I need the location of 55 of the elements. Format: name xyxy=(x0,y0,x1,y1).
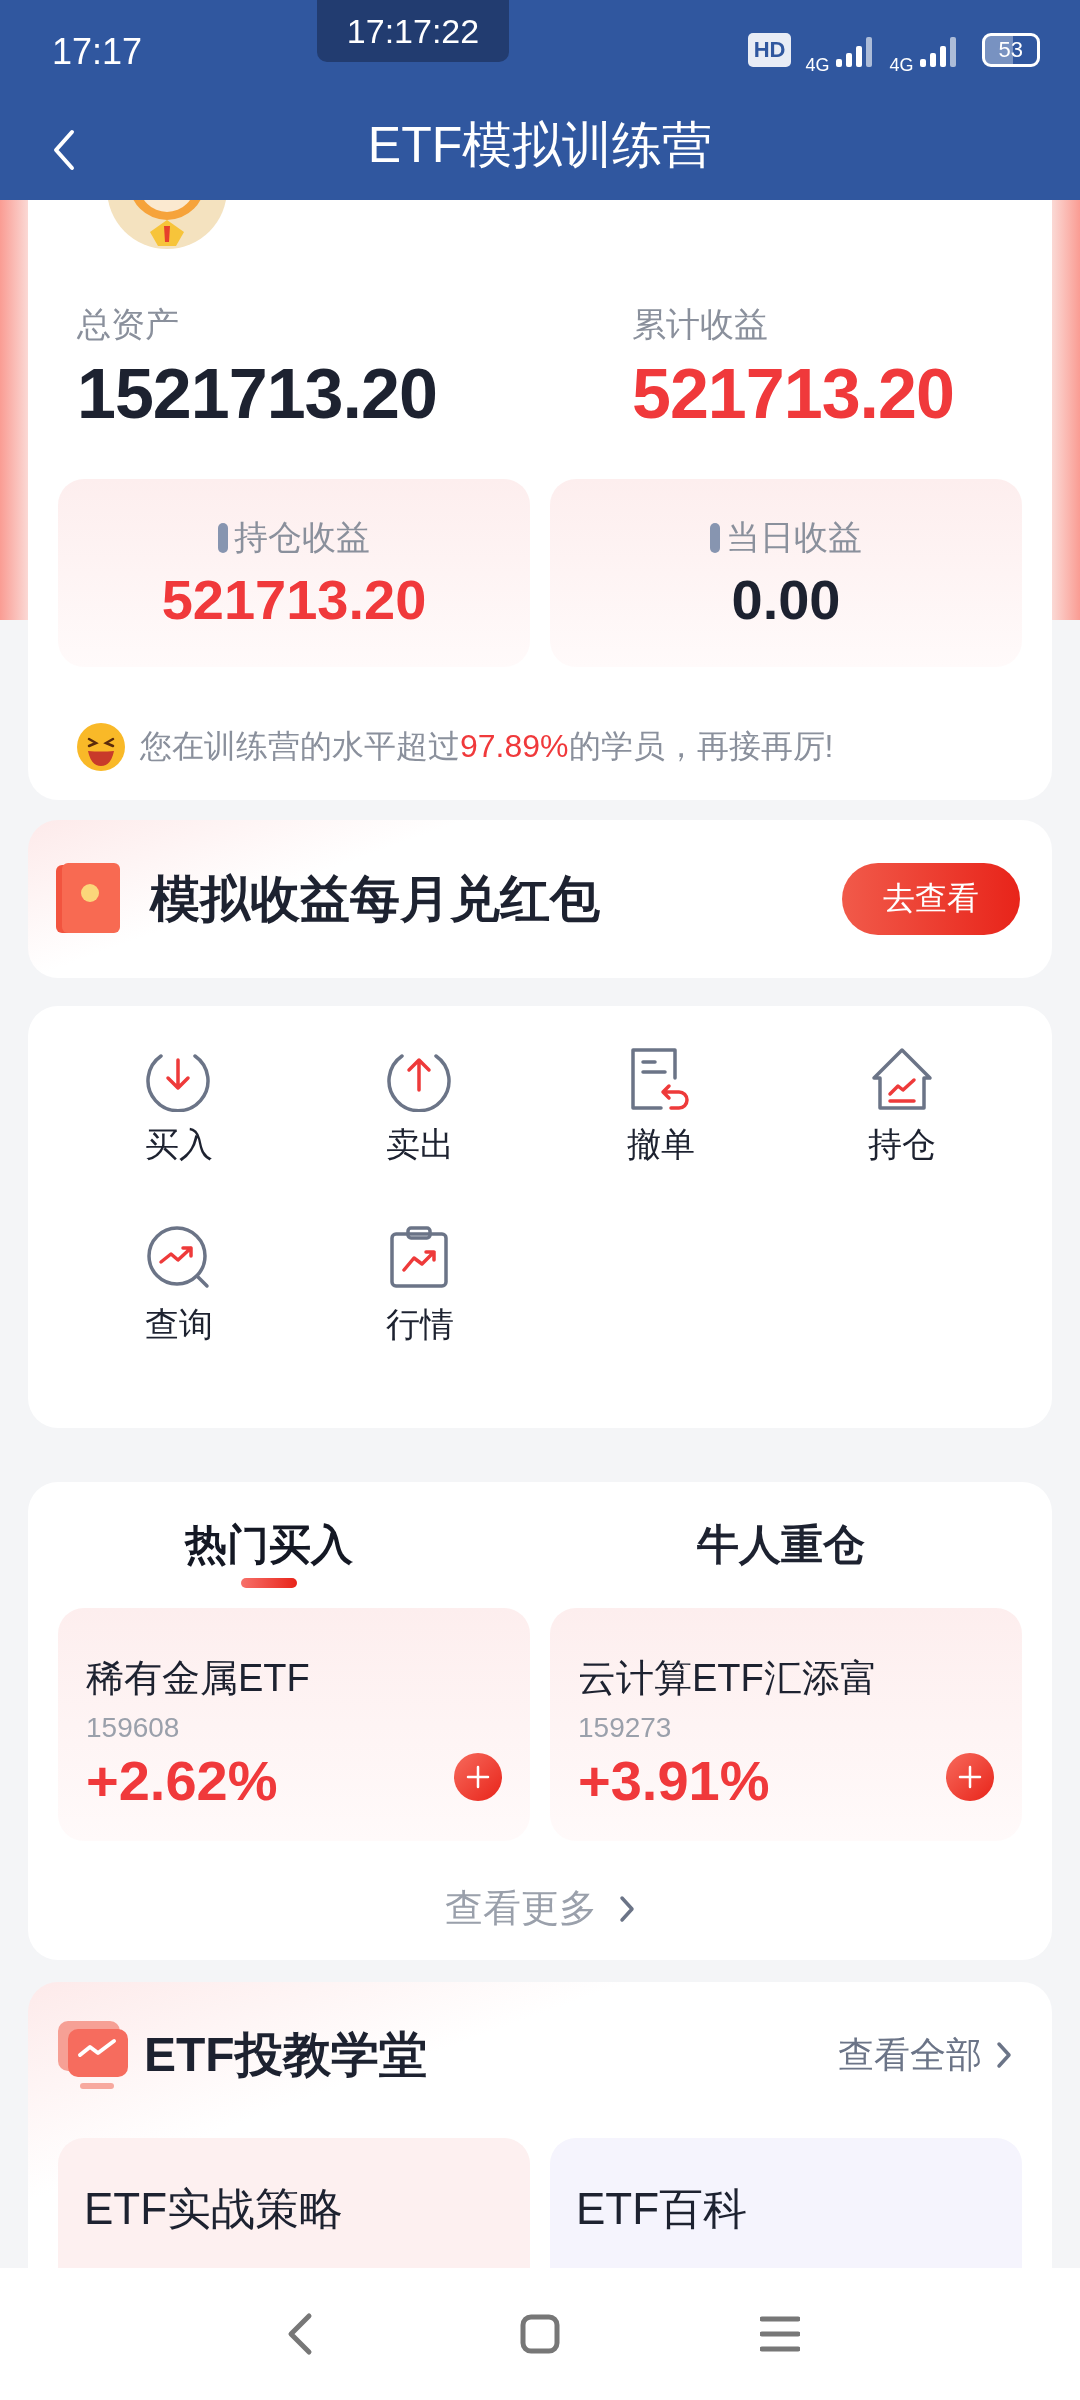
network-badge: HD xyxy=(747,33,792,67)
fund-code: 159608 xyxy=(86,1712,181,1744)
plus-icon xyxy=(958,1765,982,1789)
fund-card[interactable]: 云计算ETF汇添富 159273 +3.91% xyxy=(550,1608,1022,1841)
panel-label: 持仓收益 xyxy=(234,516,370,558)
bar-marker-icon xyxy=(710,522,720,553)
fund-name: 云计算ETF汇添富 xyxy=(578,1656,879,1701)
course-title: ETF实战策略 xyxy=(84,2183,345,2235)
square-icon xyxy=(520,2314,560,2354)
network-label: 4G xyxy=(889,54,914,76)
course-card[interactable]: ETF实战策略 xyxy=(58,2138,530,2268)
rank-note: 您在训练营的水平超过97.89%的学员，再接再厉! xyxy=(140,727,834,766)
action-button[interactable]: 撤单 xyxy=(626,1044,695,1168)
add-button[interactable] xyxy=(454,1753,502,1801)
plus-icon xyxy=(466,1765,490,1789)
panel-value: 521713.20 xyxy=(161,566,427,632)
chevron-right-icon xyxy=(619,1894,635,1923)
metric-value: 521713.20 xyxy=(632,354,955,434)
monitor-chart-icon xyxy=(58,2019,130,2091)
action-button[interactable]: 行情 xyxy=(385,1224,454,1348)
panel-value: 0.00 xyxy=(731,566,841,632)
page-title: ETF模拟训练营 xyxy=(367,115,713,175)
action-button[interactable]: 买入 xyxy=(144,1044,213,1168)
back-icon xyxy=(52,128,76,172)
chevron-right-icon xyxy=(996,2041,1012,2069)
bar-marker-icon xyxy=(218,522,228,553)
menu-icon xyxy=(760,2316,800,2352)
tab[interactable]: 热门买入 xyxy=(185,1502,353,1588)
action-button[interactable]: 卖出 xyxy=(385,1044,454,1168)
add-button[interactable] xyxy=(946,1753,994,1801)
course-title: ETF百科 xyxy=(576,2183,749,2235)
laughing-face-icon xyxy=(76,722,126,772)
fund-card[interactable]: 稀有金属ETF 159608 +2.62% xyxy=(58,1608,530,1841)
view-all-link[interactable]: 查看全部 xyxy=(838,2030,1012,2080)
promo-title: 模拟收益每月兑红包 xyxy=(150,869,600,929)
battery-indicator: 53 xyxy=(981,33,1040,67)
course-card[interactable]: ETF百科 xyxy=(550,2138,1022,2268)
fund-code: 159273 xyxy=(578,1712,673,1744)
action-button[interactable]: 持仓 xyxy=(867,1044,936,1168)
clock-overlay: 17:17:22 xyxy=(317,0,509,62)
network-label: 4G xyxy=(805,54,830,76)
envelope-icon xyxy=(56,863,120,935)
fund-change: +2.62% xyxy=(86,1748,279,1813)
metric-label: 总资产 xyxy=(77,304,180,345)
view-button[interactable]: 去查看 xyxy=(842,863,1020,935)
metric-value: 1521713.20 xyxy=(77,354,438,434)
fund-name: 稀有金属ETF xyxy=(86,1656,311,1701)
fund-change: +3.91% xyxy=(578,1748,771,1813)
tab[interactable]: 牛人重仓 xyxy=(697,1502,865,1588)
panel-label: 当日收益 xyxy=(726,516,862,558)
section-title: ETF投教学堂 xyxy=(144,2027,427,2083)
action-button[interactable]: 查询 xyxy=(144,1224,213,1348)
tab-indicator xyxy=(241,1578,297,1588)
metric-label: 累计收益 xyxy=(632,304,769,345)
status-time: 17:17 xyxy=(52,31,143,73)
